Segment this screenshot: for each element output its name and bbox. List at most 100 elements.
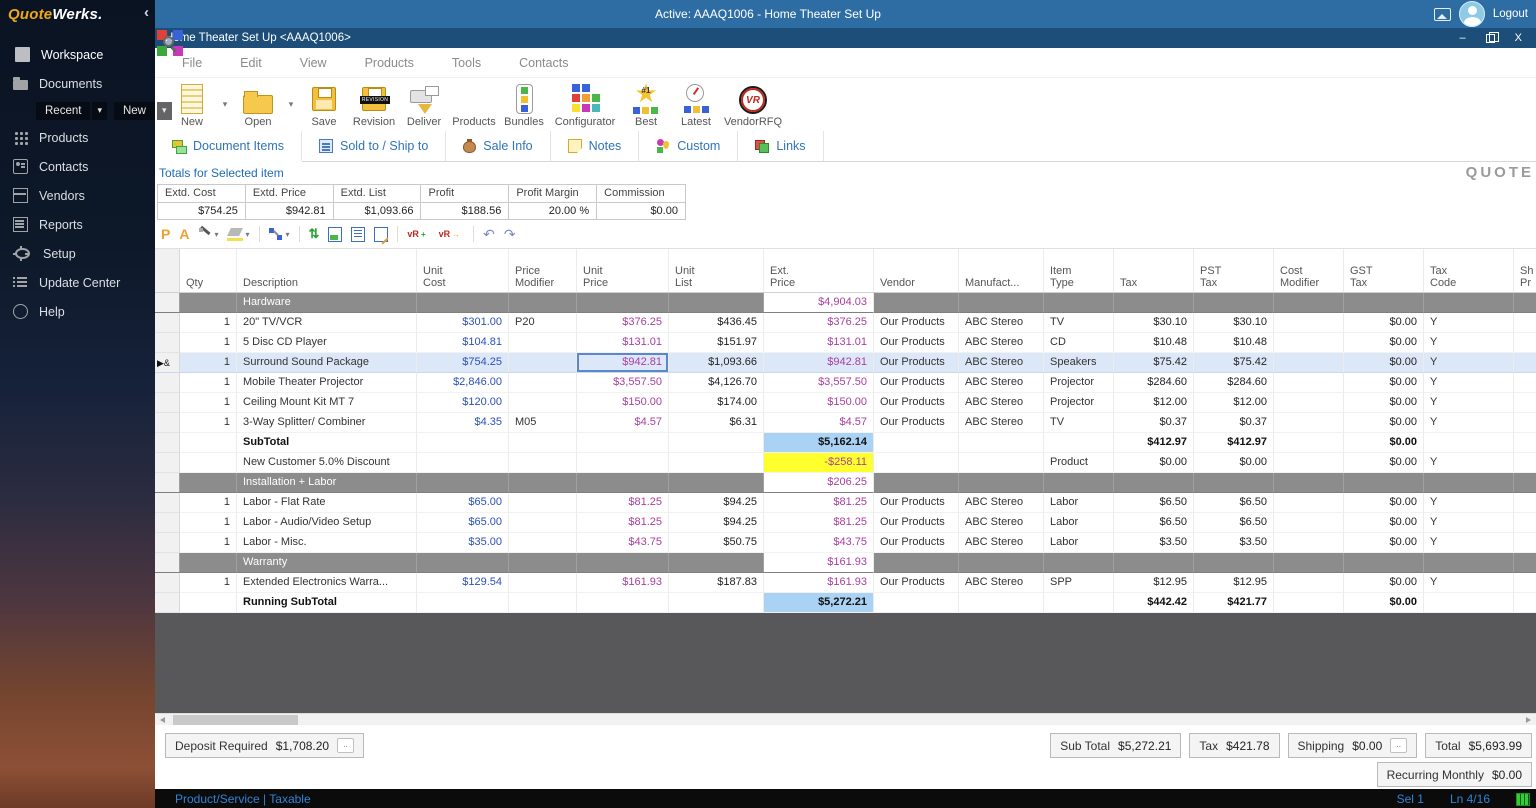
grid-cell[interactable] — [669, 433, 764, 453]
grid-cell[interactable] — [509, 473, 577, 493]
grid-cell[interactable]: Y — [1424, 513, 1514, 533]
grid-cell[interactable] — [1044, 473, 1114, 493]
grid-cell[interactable]: Our Products — [874, 313, 959, 333]
grid-cell[interactable] — [874, 553, 959, 573]
grid-cell[interactable]: $5,162.14 — [764, 433, 874, 453]
grid-cell[interactable] — [1424, 593, 1514, 613]
grid-cell[interactable]: $0.00 — [1344, 453, 1424, 473]
grid-cell[interactable]: 1 — [180, 373, 237, 393]
column-header[interactable]: PSTTax — [1194, 249, 1274, 292]
grid-view-icon[interactable] — [1516, 793, 1530, 806]
chevron-down-icon[interactable]: ▾ — [214, 230, 218, 239]
grid-cell[interactable]: $174.00 — [669, 393, 764, 413]
grid-cell[interactable] — [1514, 573, 1536, 593]
item-picture-button[interactable] — [328, 227, 342, 242]
grid-cell[interactable] — [417, 553, 509, 573]
table-row[interactable]: ▶&1Surround Sound Package$754.25$942.81$… — [155, 353, 1536, 373]
grid-cell[interactable]: Our Products — [874, 353, 959, 373]
grid-cell[interactable] — [959, 593, 1044, 613]
tab-sale-info[interactable]: Sale Info — [446, 131, 550, 161]
grid-cell[interactable] — [155, 533, 180, 553]
toolbar-new-button[interactable]: New — [167, 84, 217, 128]
grid-cell[interactable] — [509, 533, 577, 553]
chevron-down-icon[interactable]: ▾ — [283, 99, 299, 128]
grid-cell[interactable]: $284.60 — [1194, 373, 1274, 393]
grid-cell[interactable] — [509, 453, 577, 473]
grid-cell[interactable]: ABC Stereo — [959, 333, 1044, 353]
restore-icon[interactable] — [1486, 34, 1495, 43]
grid-cell[interactable]: CD — [1044, 333, 1114, 353]
grid-cell[interactable]: $120.00 — [417, 393, 509, 413]
grid-cell[interactable]: ABC Stereo — [959, 493, 1044, 513]
sidebar-new-button[interactable]: New▾ — [114, 102, 172, 120]
grid-cell[interactable]: Running SubTotal — [237, 593, 417, 613]
grid-cell[interactable]: $4.57 — [764, 413, 874, 433]
grid-cell[interactable] — [1514, 533, 1536, 553]
grid-cell[interactable]: Warranty — [237, 553, 417, 573]
grid-cell[interactable] — [1514, 433, 1536, 453]
column-header[interactable]: TaxCode — [1424, 249, 1514, 292]
refresh-button[interactable]: ⇅ — [309, 226, 320, 242]
grid-cell[interactable]: $6.50 — [1114, 513, 1194, 533]
grid-cell[interactable] — [155, 293, 180, 313]
grid-cell[interactable]: Y — [1424, 313, 1514, 333]
grid-cell[interactable] — [1274, 593, 1344, 613]
grid-cell[interactable] — [1514, 453, 1536, 473]
grid-cell[interactable]: $94.25 — [669, 513, 764, 533]
grid-cell[interactable]: Ceiling Mount Kit MT 7 — [237, 393, 417, 413]
sidebar-item-products[interactable]: Products — [0, 123, 155, 152]
grid-cell[interactable] — [1114, 473, 1194, 493]
grid-cell[interactable] — [874, 453, 959, 473]
grid-cell[interactable] — [1044, 433, 1114, 453]
edit-item-button[interactable] — [374, 227, 388, 242]
grid-cell[interactable] — [180, 593, 237, 613]
grid-cell[interactable]: $284.60 — [1114, 373, 1194, 393]
grid-cell[interactable] — [155, 513, 180, 533]
grid-cell[interactable] — [577, 593, 669, 613]
grid-cell[interactable]: 20" TV/VCR — [237, 313, 417, 333]
grid-cell[interactable]: $4.57 — [577, 413, 669, 433]
column-header[interactable]: Vendor — [874, 249, 959, 292]
toolbar-products-button[interactable]: Products — [449, 114, 499, 128]
table-row[interactable]: Installation + Labor$206.25 — [155, 473, 1536, 493]
chevron-down-icon[interactable]: ▾ — [286, 230, 290, 239]
grid-cell[interactable]: $81.25 — [577, 513, 669, 533]
grid-cell[interactable]: $150.00 — [577, 393, 669, 413]
grid-cell[interactable]: $376.25 — [577, 313, 669, 333]
grid-cell[interactable] — [180, 453, 237, 473]
grid-cell[interactable]: $30.10 — [1194, 313, 1274, 333]
grid-cell[interactable] — [155, 573, 180, 593]
toolbar-open-button[interactable]: Open — [233, 87, 283, 128]
grid-cell[interactable]: $35.00 — [417, 533, 509, 553]
menu-item-view[interactable]: View — [281, 56, 346, 70]
grid-cell[interactable] — [1194, 473, 1274, 493]
grid-cell[interactable] — [1274, 533, 1344, 553]
grid-cell[interactable]: ABC Stereo — [959, 513, 1044, 533]
grid-cell[interactable]: $2,846.00 — [417, 373, 509, 393]
grid-cell[interactable] — [155, 493, 180, 513]
grid-cell[interactable] — [155, 393, 180, 413]
tab-notes[interactable]: Notes — [551, 131, 640, 161]
logout-button[interactable]: Logout — [1493, 8, 1528, 20]
grid-cell[interactable] — [155, 433, 180, 453]
grid-cell[interactable] — [155, 553, 180, 573]
grid-cell[interactable]: $12.00 — [1114, 393, 1194, 413]
tab-custom[interactable]: Custom — [639, 131, 738, 161]
toolbar-latest-button[interactable]: Latest — [671, 84, 721, 128]
vendor-rfq-send-button[interactable]: vR→ — [439, 229, 465, 239]
grid-cell[interactable]: $94.25 — [669, 493, 764, 513]
grid-cell[interactable] — [1514, 333, 1536, 353]
grid-cell[interactable]: $0.00 — [1344, 413, 1424, 433]
grid-cell[interactable]: $0.00 — [1344, 433, 1424, 453]
grid-cell[interactable] — [1274, 513, 1344, 533]
grid-cell[interactable] — [1514, 593, 1536, 613]
column-header[interactable]: Ext.Price — [764, 249, 874, 292]
grid-cell[interactable] — [1514, 473, 1536, 493]
grid-cell[interactable]: $0.00 — [1344, 353, 1424, 373]
grid-cell[interactable] — [509, 433, 577, 453]
grid-cell[interactable] — [1114, 293, 1194, 313]
grid-cell[interactable]: SPP — [1044, 573, 1114, 593]
sidebar-item-update-center[interactable]: Update Center — [0, 268, 155, 297]
grid-cell[interactable] — [669, 553, 764, 573]
grid-cell[interactable]: Y — [1424, 453, 1514, 473]
